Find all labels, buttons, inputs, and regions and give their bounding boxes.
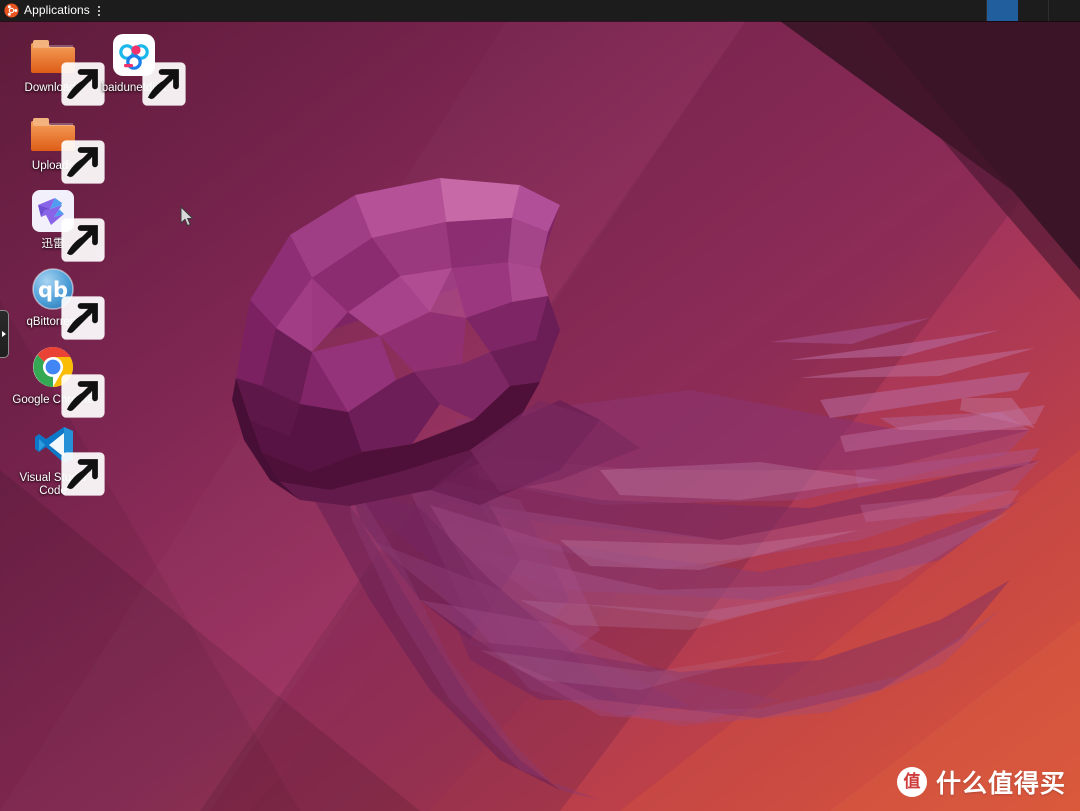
shortcut-arrow-icon (59, 60, 105, 106)
applications-menu-label: Applications (24, 3, 90, 17)
google-chrome-icon (29, 343, 105, 418)
top-panel: Applications (0, 0, 1080, 21)
desktop-icon-qbittorrent[interactable]: qb qBittorrent (5, 265, 105, 340)
smzdm-watermark: 值 什么值得买 (896, 764, 1066, 800)
dock-arrow-glyph (2, 331, 6, 337)
ubuntu-logo-icon (4, 3, 19, 18)
workspace-1[interactable] (956, 0, 987, 21)
dock-reveal-arrow-icon[interactable] (0, 310, 9, 358)
shortcut-arrow-icon (59, 294, 105, 340)
smzdm-watermark-text: 什么值得买 (935, 769, 1066, 798)
workspace-4[interactable] (1049, 0, 1080, 21)
desktop-wallpaper[interactable] (0, 0, 1080, 811)
shortcut-arrow-icon (140, 60, 186, 106)
workspace-2[interactable] (987, 0, 1018, 21)
folder-icon (29, 31, 105, 106)
folder-icon (29, 109, 105, 184)
desktop-icon-xunlei[interactable]: 迅雷 (5, 187, 105, 262)
qbittorrent-icon: qb (29, 265, 105, 340)
shortcut-arrow-icon (59, 216, 105, 262)
shortcut-arrow-icon (59, 138, 105, 184)
visual-studio-code-icon (29, 421, 105, 496)
desktop-icon-visual-studio-code[interactable]: Visual Studio Code (5, 421, 105, 498)
xunlei-icon (29, 187, 105, 262)
shortcut-arrow-icon (59, 450, 105, 496)
shortcut-arrow-icon (59, 372, 105, 418)
desktop-icon-google-chrome[interactable]: Google Chrome (5, 343, 105, 418)
desktop-icon-baidunetdisk[interactable]: baidunetdisk (86, 31, 186, 106)
desktop-screen: Applications Downloads baidunetdisk Uplo… (0, 0, 1080, 811)
baidu-netdisk-icon (110, 31, 186, 106)
workspace-3[interactable] (1018, 0, 1049, 21)
desktop-icon-uploads[interactable]: Uploads (5, 109, 105, 184)
applications-menu[interactable]: Applications (0, 0, 100, 21)
smzdm-badge-icon: 值 (896, 767, 927, 797)
workspace-switcher[interactable] (956, 0, 1080, 21)
